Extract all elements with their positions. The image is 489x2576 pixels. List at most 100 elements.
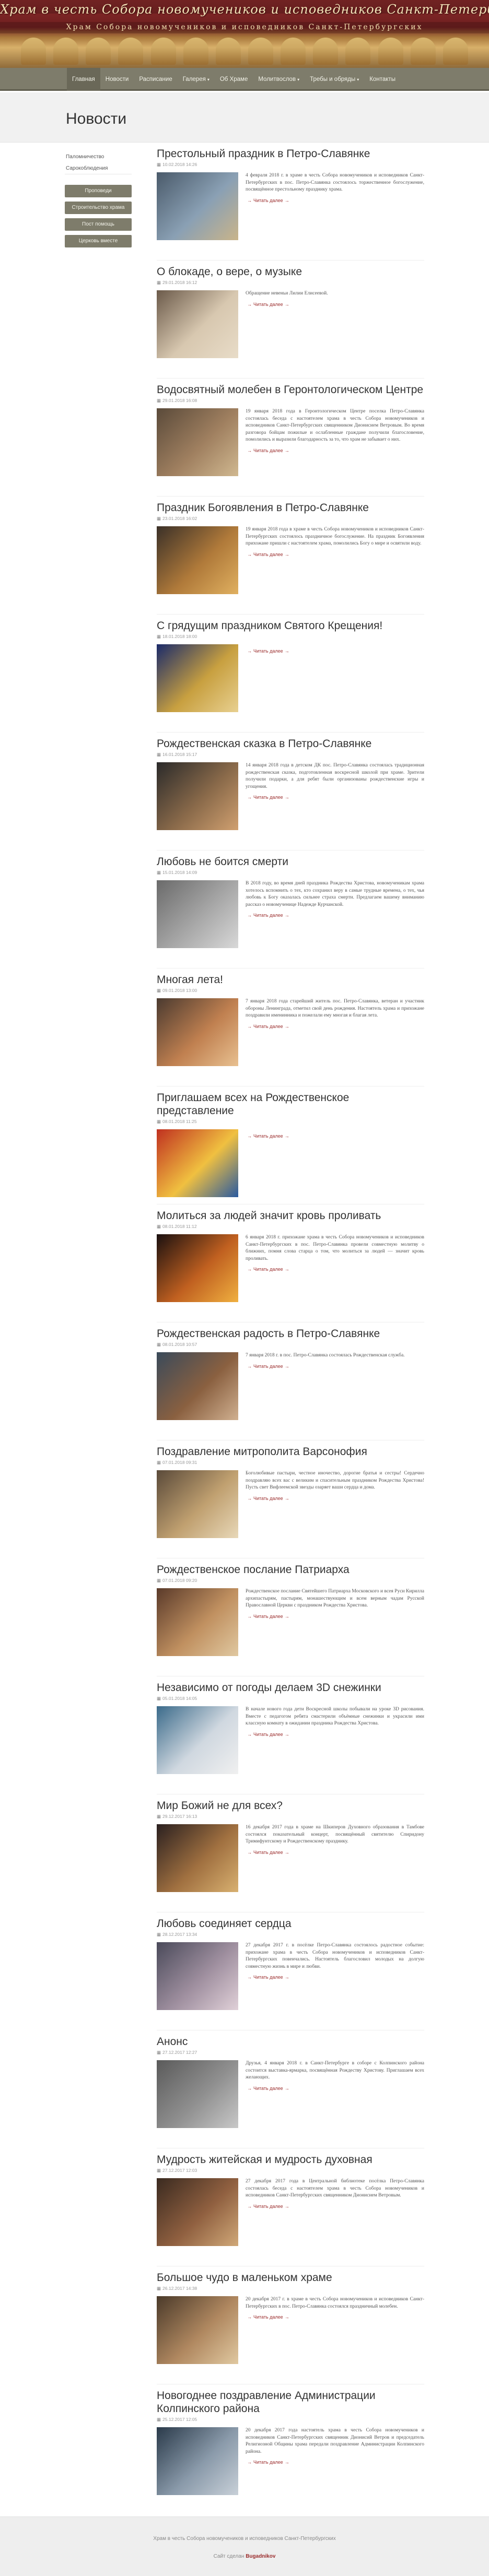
news-title-link[interactable]: Анонс [157,2035,424,2048]
news-title-link[interactable]: Независимо от погоды делаем 3D снежинки [157,1681,424,1694]
news-thumbnail[interactable] [157,172,238,240]
news-thumbnail[interactable] [157,880,238,948]
calendar-icon: ▦ [157,634,161,639]
news-title-link[interactable]: Рождественская радость в Петро-Славянке [157,1327,424,1340]
news-title-link[interactable]: О блокаде, о вере, о музыке [157,265,424,278]
sidebar-link-observance[interactable]: Сарокоблюдения [65,163,132,174]
read-more-link[interactable]: → Читать далее → [246,552,291,557]
news-date-text: 15.01.2018 14:09 [162,870,197,875]
read-more-link[interactable]: → Читать далее → [246,1850,291,1855]
news-thumbnail[interactable] [157,2296,238,2364]
news-thumbnail[interactable] [157,1824,238,1892]
header-icons-row [21,38,468,65]
site-title[interactable]: Храм в честь Собора новомучеников и испо… [0,2,489,17]
calendar-icon: ▦ [157,2417,161,2422]
nav-item[interactable]: Расписание [134,68,177,91]
read-more-link[interactable]: → Читать далее → [246,1364,291,1369]
read-more-link[interactable]: → Читать далее → [246,448,291,453]
news-thumbnail[interactable] [157,762,238,830]
read-more-label: Читать далее [253,1133,283,1139]
news-title-link[interactable]: Водосвятный молебен в Геронтологическом … [157,383,424,396]
arrow-right-icon: → [247,447,252,453]
read-more-link[interactable]: → Читать далее → [246,1732,291,1737]
nav-item-label: Галерея [182,76,206,82]
calendar-icon: ▦ [157,870,161,875]
news-title-link[interactable]: Большое чудо в маленьком храме [157,2271,424,2284]
news-thumbnail[interactable] [157,644,238,712]
news-thumbnail[interactable] [157,998,238,1066]
sidebar-button-help[interactable]: Пост помощь [65,218,132,231]
news-body: Обращение невеньи Лилии Елисеевой. → Читат… [157,290,424,358]
nav-item[interactable]: Галерея ▾ [178,68,215,91]
news-thumbnail[interactable] [157,1234,238,1302]
chevron-down-icon: ▾ [207,77,209,82]
news-title-link[interactable]: Рождественское послание Патриарха [157,1563,424,1576]
read-more-link[interactable]: → Читать далее → [246,1614,291,1619]
nav-item[interactable]: Об Храме [215,68,253,91]
news-title-link[interactable]: Престольный праздник в Петро-Славянке [157,147,424,160]
news-title-link[interactable]: Приглашаем всех на Рождественское предст… [157,1091,424,1117]
read-more-link[interactable]: → Читать далее → [246,198,291,203]
news-thumbnail[interactable] [157,1706,238,1774]
news-title-link[interactable]: Молиться за людей значит кровь проливать [157,1209,424,1222]
news-thumbnail[interactable] [157,1588,238,1656]
footer-credit-link[interactable]: Bugadnikov [246,2554,275,2559]
news-title-link[interactable]: Праздник Богоявления в Петро-Славянке [157,501,424,514]
news-title-link[interactable]: Рождественская сказка в Петро-Славянке [157,737,424,750]
news-title-link[interactable]: Мудрость житейская и мудрость духовная [157,2153,424,2166]
news-title-link[interactable]: Поздравление митрополита Варсонофия [157,1445,424,1458]
news-thumbnail[interactable] [157,1129,238,1197]
news-title-link[interactable]: Любовь не боится смерти [157,855,424,868]
sidebar-button-sermons[interactable]: Проповеди [65,185,132,197]
read-more-link[interactable]: → Читать далее → [246,648,291,654]
news-thumbnail[interactable] [157,526,238,594]
news-title-link[interactable]: С грядущим праздником Святого Крещения! [157,619,424,632]
news-title-link[interactable]: Новогоднее поздравление Администрации Ко… [157,2389,424,2415]
sidebar-link-pilgrimage[interactable]: Паломничество [65,151,132,163]
news-thumbnail[interactable] [157,1942,238,2010]
news-thumbnail[interactable] [157,290,238,358]
news-article: Большое чудо в маленьком храме ▦ 26.12.201… [157,2271,424,2364]
news-thumbnail[interactable] [157,2178,238,2246]
news-thumbnail[interactable] [157,2427,238,2495]
sidebar-button-church-together[interactable]: Церковь вместе [65,235,132,247]
read-more-label: Читать далее [253,2203,283,2209]
read-more-link[interactable]: → Читать далее → [246,302,291,307]
arrow-right-icon: → [247,1023,252,1029]
news-thumbnail[interactable] [157,2060,238,2128]
read-more-link[interactable]: → Читать далее → [246,1024,291,1029]
read-more-link[interactable]: → Читать далее → [246,1133,291,1139]
read-more-link[interactable]: → Читать далее → [246,795,291,800]
read-more-link[interactable]: → Читать далее → [246,1267,291,1272]
sidebar-button-construction[interactable]: Строительство храма [65,202,132,214]
news-thumbnail[interactable] [157,1470,238,1538]
read-more-link[interactable]: → Читать далее → [246,1496,291,1501]
news-body: 7 января 2018 года старейший житель пос.… [157,998,424,1066]
news-date: ▦ 26.12.2017 14:38 [157,2286,424,2292]
news-date-text: 08.01.2018 11:25 [162,1119,197,1124]
news-title-link[interactable]: Мир Божий не для всех? [157,1799,424,1812]
news-date: ▦ 07.01.2018 09:31 [157,1460,424,1466]
arrow-right-icon: → [247,913,252,918]
read-more-link[interactable]: → Читать далее → [246,913,291,918]
read-more-link[interactable]: → Читать далее → [246,2086,291,2091]
read-more-link[interactable]: → Читать далее → [246,2204,291,2209]
nav-item[interactable]: Молитвослов ▾ [253,68,305,91]
news-title-link[interactable]: Любовь соединяет сердца [157,1917,424,1930]
nav-item[interactable]: Главная [67,68,100,91]
news-title-link[interactable]: Многая лета! [157,973,424,986]
nav-item[interactable]: Новости [100,68,134,91]
arrow-right-icon: → [284,197,289,203]
read-more-link[interactable]: → Читать далее → [246,2314,291,2320]
news-excerpt: Обращение невеньи Лилии Елисеевой. [246,291,328,296]
news-article: Поздравление митрополита Варсонофия ▦ 07.0… [157,1445,424,1538]
arrow-right-icon: → [247,2314,252,2320]
nav-item[interactable]: Требы и обряды ▾ [305,68,364,91]
nav-item[interactable]: Контакты [364,68,401,91]
read-more-link[interactable]: → Читать далее → [246,1975,291,1980]
read-more-label: Читать далее [253,1731,283,1737]
news-thumbnail[interactable] [157,408,238,476]
news-thumbnail[interactable] [157,1352,238,1420]
news-date-text: 29.12.2017 16:13 [162,1814,197,1819]
read-more-link[interactable]: → Читать далее → [246,2460,291,2465]
